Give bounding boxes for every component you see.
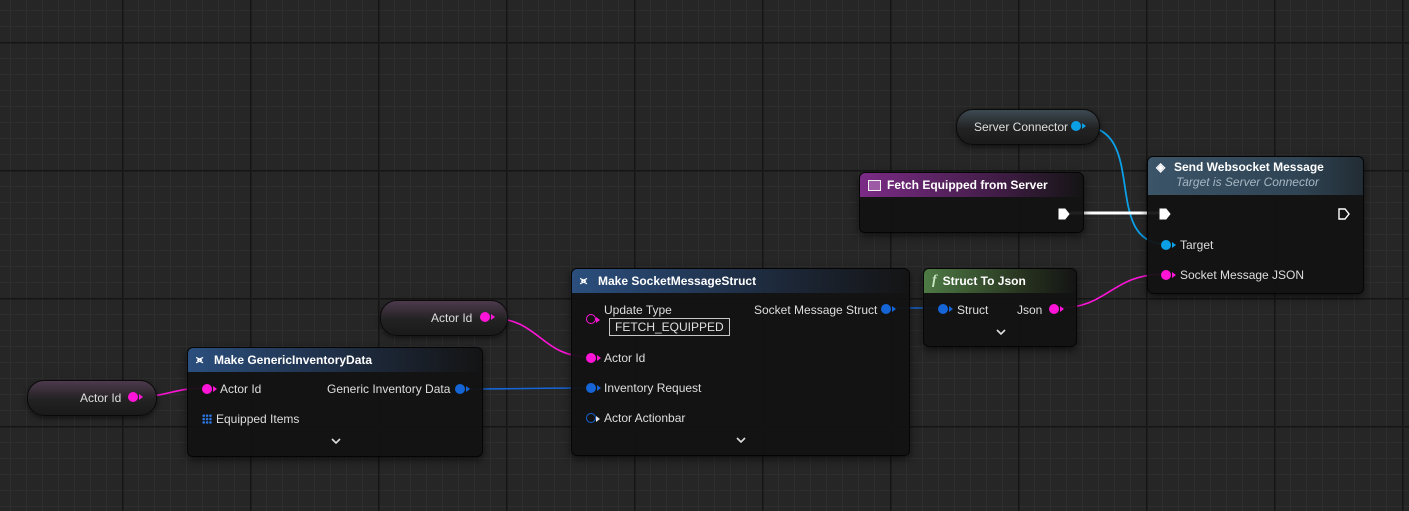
actor-actionbar-input-pin[interactable]: [586, 413, 600, 423]
pin-label-equipped-items: Equipped Items: [216, 412, 300, 426]
struct-input-pin[interactable]: [938, 304, 953, 314]
make-socket-message-node[interactable]: ⪤ Make SocketMessageStruct Update Type F…: [571, 268, 910, 456]
update-type-input-pin[interactable]: [586, 314, 600, 324]
custom-event-icon: [868, 179, 881, 191]
pin-label-update-type: Update Type: [604, 303, 672, 317]
make-struct-icon: ⪤: [196, 353, 204, 366]
target-input-pin[interactable]: [1161, 240, 1176, 250]
actor-id-input-pin[interactable]: [202, 384, 217, 394]
string-pin-icon[interactable]: [128, 392, 143, 402]
exec-input-pin[interactable]: [1159, 208, 1171, 220]
pin-label-generic-inventory-data: Generic Inventory Data: [327, 382, 451, 396]
fetch-equipped-event-node[interactable]: Fetch Equipped from Server: [859, 172, 1084, 233]
pin-label-target: Target: [1180, 238, 1214, 252]
actor-id-input-pin[interactable]: [586, 353, 601, 363]
actor-id-getter-left[interactable]: Actor Id: [27, 380, 157, 416]
exec-output-pin[interactable]: [1338, 208, 1350, 220]
inventory-request-input-pin[interactable]: [586, 383, 601, 393]
function-call-icon: ◈: [1156, 160, 1166, 174]
pin-label-inventory-request: Inventory Request: [604, 381, 702, 395]
node-title: Make GenericInventoryData: [214, 353, 373, 367]
pin-label-socket-message-json: Socket Message JSON: [1180, 268, 1305, 282]
node-title: Struct To Json: [942, 274, 1026, 288]
node-title: Send Websocket Message: [1174, 160, 1324, 174]
send-websocket-node[interactable]: ◈ Send Websocket Message Target is Serve…: [1147, 156, 1364, 294]
node-title: Fetch Equipped from Server: [887, 178, 1048, 192]
pin-label-actor-id: Actor Id: [604, 351, 646, 365]
json-output-pin[interactable]: [1049, 304, 1064, 314]
node-header[interactable]: ⪤ Make GenericInventoryData: [188, 348, 482, 372]
getter-label: Server Connector: [974, 120, 1069, 134]
chevron-down-icon[interactable]: [326, 438, 346, 452]
pin-label-struct: Struct: [957, 303, 989, 317]
socket-message-output-pin[interactable]: [881, 304, 896, 314]
node-header[interactable]: ◈ Send Websocket Message Target is Serve…: [1148, 157, 1363, 195]
node-subtitle: Target is Server Connector: [1176, 175, 1319, 189]
exec-output-pin[interactable]: [1058, 208, 1070, 220]
actor-id-getter-mid[interactable]: Actor Id: [380, 300, 508, 336]
node-header[interactable]: Fetch Equipped from Server: [860, 173, 1083, 197]
chevron-down-icon[interactable]: [731, 437, 751, 451]
object-pin-icon[interactable]: [1071, 121, 1086, 131]
struct-to-json-node[interactable]: f Struct To Json Struct Json: [923, 268, 1077, 347]
chevron-down-icon[interactable]: [991, 329, 1011, 343]
node-header[interactable]: ⪤ Make SocketMessageStruct: [572, 269, 909, 293]
getter-label: Actor Id: [431, 311, 473, 325]
string-pin-icon[interactable]: [480, 312, 495, 322]
make-generic-inventory-node[interactable]: ⪤ Make GenericInventoryData Actor Id Equ…: [187, 347, 483, 457]
pin-label-json: Json: [1017, 303, 1043, 317]
pin-label-actor-actionbar: Actor Actionbar: [604, 411, 686, 425]
function-f-icon: f: [932, 273, 937, 288]
getter-label: Actor Id: [80, 391, 122, 405]
generic-inventory-output-pin[interactable]: [455, 384, 470, 394]
socket-message-json-input-pin[interactable]: [1161, 270, 1176, 280]
node-header[interactable]: f Struct To Json: [924, 269, 1076, 293]
update-type-value[interactable]: FETCH_EQUIPPED: [609, 318, 730, 336]
make-struct-icon: ⪤: [580, 274, 588, 287]
pin-label-socket-message-struct: Socket Message Struct: [754, 303, 878, 317]
node-title: Make SocketMessageStruct: [598, 274, 757, 288]
pin-label-actor-id: Actor Id: [220, 382, 262, 396]
server-connector-getter[interactable]: Server Connector: [956, 109, 1100, 145]
array-grid-icon[interactable]: [202, 414, 212, 424]
